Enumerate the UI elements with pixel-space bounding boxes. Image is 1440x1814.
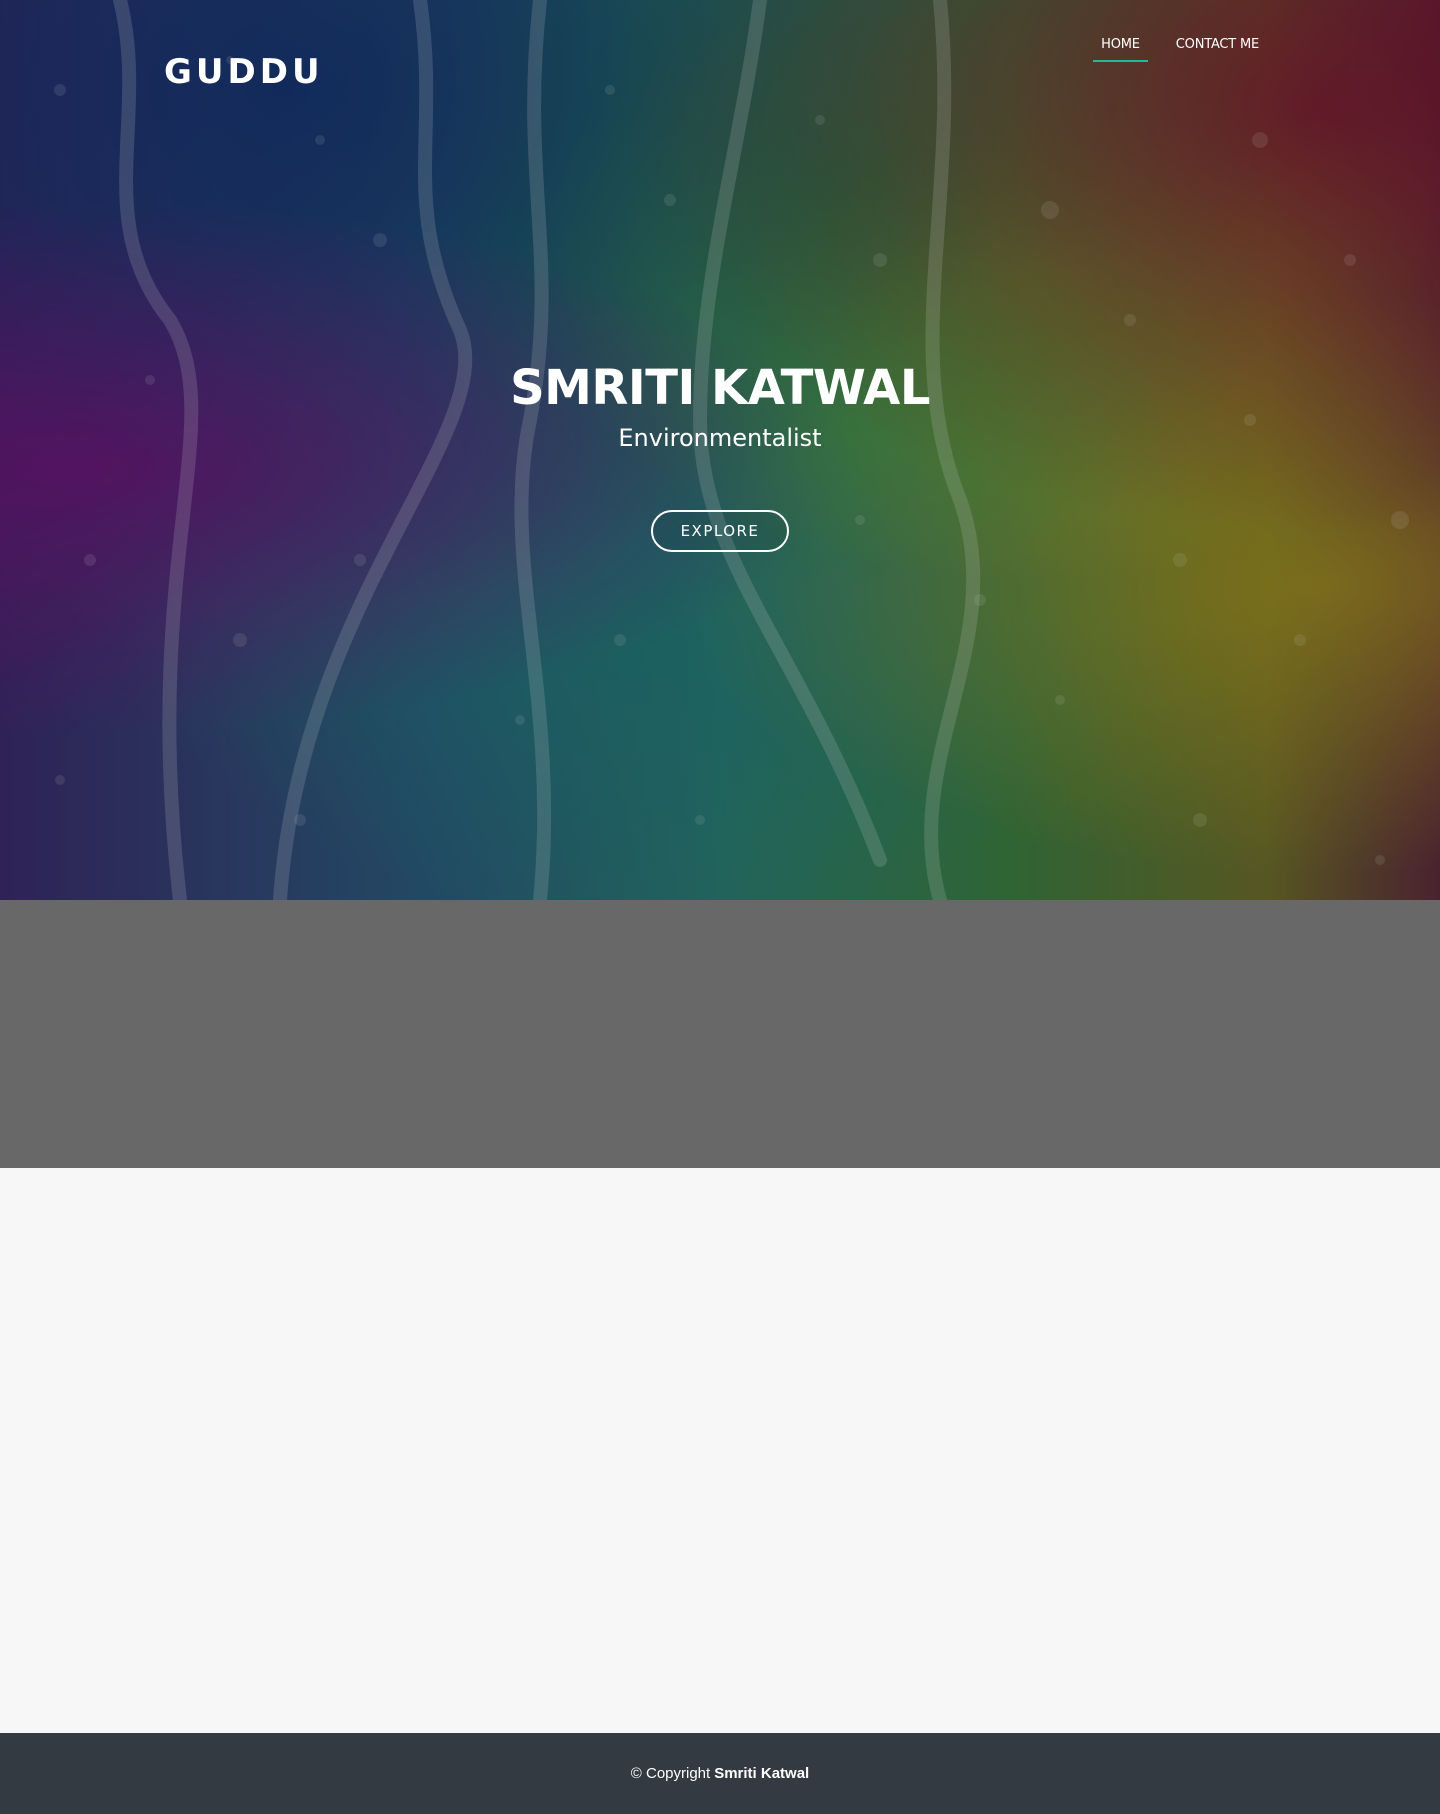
- copyright-owner: Smriti Katwal: [714, 1765, 810, 1782]
- hero-title: SMRITI KATWAL: [510, 360, 930, 416]
- nav-item-contact-me[interactable]: CONTACT ME: [1168, 33, 1267, 62]
- hero-content: SMRITI KATWAL Environmentalist EXPLORE: [0, 360, 1440, 552]
- hero-section: GUDDU HOME CONTACT ME SMRITI KATWAL Envi…: [0, 0, 1440, 900]
- copyright-text: © Copyright: [630, 1765, 711, 1782]
- site-logo[interactable]: GUDDU: [164, 52, 324, 92]
- footer: © Copyright Smriti Katwal: [0, 1733, 1440, 1814]
- nav-item-home[interactable]: HOME: [1093, 33, 1148, 62]
- content-area: [0, 1168, 1440, 1733]
- hero-subtitle: Environmentalist: [618, 424, 822, 452]
- gray-band-section: [0, 900, 1440, 1168]
- explore-button[interactable]: EXPLORE: [650, 510, 790, 552]
- main-nav: HOME CONTACT ME: [1093, 33, 1267, 62]
